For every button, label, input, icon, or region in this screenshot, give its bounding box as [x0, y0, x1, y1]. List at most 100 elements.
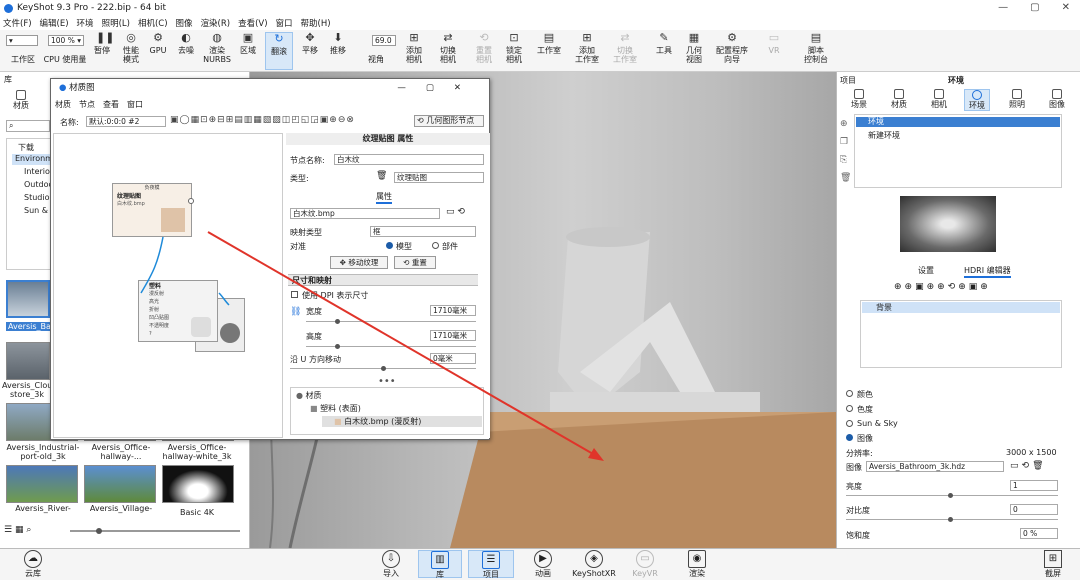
reset-texture-button[interactable]: ⟲ 重置 — [394, 256, 436, 269]
add-studio-button[interactable]: ⊞ 添加 工作室 — [570, 32, 604, 65]
add-environment-icon[interactable]: ⊕ — [840, 115, 851, 133]
list-view-icon[interactable]: ☰ — [4, 525, 12, 535]
delete-environment-icon[interactable]: 🗑 — [840, 169, 851, 187]
trash-icon[interactable]: 🗑 — [376, 171, 387, 181]
attributes-tab[interactable]: 属性 — [376, 191, 392, 204]
keyvr-button[interactable]: ▭ KeyVR — [632, 550, 658, 578]
refresh-icon[interactable]: ⟲ — [457, 207, 465, 217]
subtab-hdri-editor[interactable]: HDRI 编辑器 — [964, 265, 1011, 278]
render-nurbs-button[interactable]: ◍ 渲染 NURBS — [202, 32, 232, 65]
geometry-node-button[interactable]: ⟲ 几何图形节点 — [414, 115, 484, 127]
width-slider-handle[interactable] — [335, 319, 340, 324]
layer-item-background[interactable]: 背景 — [862, 302, 1060, 313]
animation-button[interactable]: ▶ 动画 — [530, 550, 556, 578]
hdri-tool-icons[interactable]: ⊕⊕▣⊕⊕⟲⊕▣⊕ — [894, 282, 991, 292]
panel-resize-handle[interactable]: ••• — [378, 376, 396, 387]
copy-environment-icon[interactable]: ⎘ — [840, 151, 851, 169]
minimize-icon[interactable]: — — [998, 2, 1008, 13]
material-name-field[interactable]: 默认:0:0:0 #2 — [86, 116, 166, 127]
view-angle-button[interactable]: 视角 — [362, 55, 390, 64]
saturation-field[interactable]: 0 % — [1020, 528, 1058, 539]
project-button[interactable]: ☰ 项目 — [468, 550, 514, 579]
radio-sun-sky[interactable] — [846, 420, 853, 427]
menu-lighting[interactable]: 照明(L) — [102, 17, 130, 29]
dolly-button[interactable]: ⬇ 推移 — [326, 32, 350, 56]
brightness-slider-handle[interactable] — [948, 493, 953, 498]
map-type-select[interactable]: 框 — [370, 226, 476, 237]
close-icon[interactable]: ✕ — [454, 83, 481, 93]
project-tab-scene[interactable]: 场景 — [848, 89, 870, 109]
cloud-library-button[interactable]: ☁ 云库 — [20, 550, 46, 578]
tree-child-plastic[interactable]: ■ 塑料 (表面) — [310, 403, 361, 414]
library-search-input[interactable]: ⌕ — [6, 120, 50, 132]
config-wizard-button[interactable]: ⚙ 配置程序 向导 — [712, 32, 752, 65]
menu-file[interactable]: 文件(F) — [3, 17, 32, 29]
grid-view-icon[interactable]: ▦ — [15, 525, 24, 535]
type-select[interactable]: 纹理贴图 — [394, 172, 484, 183]
thumbnail-river-road[interactable] — [6, 465, 78, 503]
thumbnail-cloudy-store[interactable] — [6, 342, 50, 380]
contrast-field[interactable]: 0 — [1010, 504, 1058, 515]
menu-environment[interactable]: 环境 — [77, 17, 94, 29]
menu-view[interactable]: 查看(V) — [238, 17, 267, 29]
u-move-slider-handle[interactable] — [381, 366, 386, 371]
vr-button[interactable]: ▭ VR — [762, 32, 786, 56]
radio-color[interactable] — [846, 390, 853, 397]
keyshotxr-button[interactable]: ◈ KeyShotXR — [572, 550, 616, 578]
gpu-button[interactable]: ⚙ GPU — [148, 32, 168, 56]
menu-camera[interactable]: 相机(C) — [138, 17, 168, 29]
project-tab-camera[interactable]: 相机 — [928, 89, 950, 109]
radio-image[interactable] — [846, 434, 853, 441]
matmenu-node[interactable]: 节点 — [79, 99, 95, 110]
node-name-field[interactable]: 白木纹 — [334, 154, 484, 165]
switch-studio-button[interactable]: ⇄ 切换 工作室 — [608, 32, 642, 65]
screenshot-button[interactable]: ⊞ 截屏 — [1040, 550, 1066, 578]
project-tab-lighting[interactable]: 照明 — [1006, 89, 1028, 109]
width-field[interactable]: 1710毫米 — [430, 305, 476, 316]
tree-item-interior[interactable]: Interior — [24, 167, 52, 176]
tools-button[interactable]: ✎ 工具 — [652, 32, 676, 56]
delete-icon[interactable]: 🗑 — [1032, 461, 1046, 471]
reset-camera-button[interactable]: ⟲ 重置 相机 — [470, 32, 498, 65]
close-icon[interactable]: ✕ — [1062, 2, 1070, 13]
node-tool-icons[interactable]: ▣◯▦⊡⊕⊟⊞▤▥▦▧▨◫◰◱◲▣⊕⊖⊗ — [170, 115, 355, 125]
tree-item-outdoor[interactable]: Outdoor — [24, 180, 52, 189]
workspace-button[interactable]: 工作区 — [8, 55, 38, 64]
minimize-icon[interactable]: — — [397, 83, 426, 93]
tree-item-sun-sky[interactable]: Sun & Sky — [24, 206, 52, 215]
library-tab-materials[interactable]: 材质 — [8, 90, 34, 110]
zoom-select[interactable]: 100 % ▾ — [48, 35, 84, 46]
script-console-button[interactable]: ▤ 脚本 控制台 — [800, 32, 832, 65]
menu-render[interactable]: 渲染(R) — [201, 17, 231, 29]
environment-item-selected[interactable]: 环境 — [856, 117, 1060, 127]
switch-camera-button[interactable]: ⇄ 切换 相机 — [434, 32, 462, 65]
use-dpi-checkbox[interactable] — [291, 291, 298, 298]
tree-item-downloads[interactable]: 下载 — [18, 142, 34, 153]
tree-item-environments[interactable]: Environments — [12, 154, 52, 165]
menu-help[interactable]: 帮助(H) — [301, 17, 331, 29]
region-button[interactable]: ▣ 区域 — [236, 32, 260, 56]
radio-model[interactable] — [386, 242, 393, 249]
thumbnail-village-lawn[interactable] — [84, 465, 156, 503]
thumbnail-size-slider-handle[interactable] — [96, 528, 102, 534]
radio-part[interactable] — [432, 242, 439, 249]
menu-window[interactable]: 窗口 — [276, 17, 293, 29]
folder-icon[interactable]: ▭ — [446, 207, 455, 217]
search-icon[interactable]: ⌕ — [26, 525, 31, 535]
hdri-preview[interactable] — [900, 196, 996, 252]
height-slider[interactable] — [306, 346, 476, 347]
studio-button[interactable]: ▤ 工作室 — [534, 32, 564, 56]
maximize-icon[interactable]: ▢ — [1030, 2, 1039, 13]
tree-item-studio[interactable]: Studio — [24, 193, 52, 202]
project-tab-material[interactable]: 材质 — [888, 89, 910, 109]
contrast-slider-handle[interactable] — [948, 517, 953, 522]
radio-gradient[interactable] — [846, 405, 853, 412]
menu-image[interactable]: 图像 — [176, 17, 193, 29]
geometry-view-button[interactable]: ▦ 几何 视图 — [680, 32, 708, 65]
thumbnail-basic-4k[interactable] — [162, 465, 234, 503]
brightness-field[interactable]: 1 — [1010, 480, 1058, 491]
performance-mode-button[interactable]: ◎ 性能 模式 — [118, 32, 144, 65]
image-file-field[interactable]: Aversis_Bathroom_3k.hdz — [866, 461, 1004, 472]
thumbnail-bathroom[interactable] — [6, 280, 50, 318]
matmenu-material[interactable]: 材质 — [55, 99, 71, 110]
